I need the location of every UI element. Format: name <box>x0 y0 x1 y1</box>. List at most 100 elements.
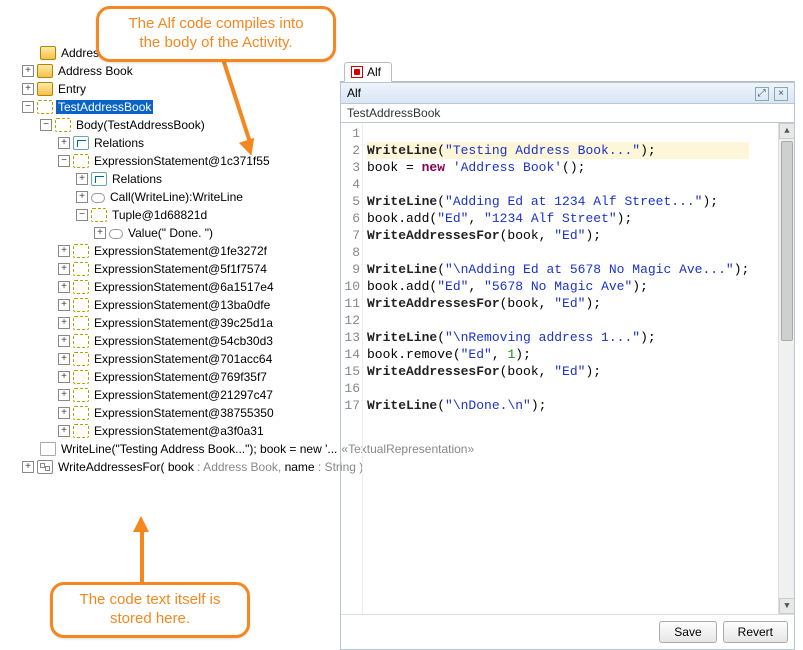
tree-label: ExpressionStatement@39c25d1a <box>92 316 275 330</box>
folder-icon <box>37 64 53 78</box>
expander-icon[interactable]: − <box>76 209 88 221</box>
tree-item-es[interactable]: +ExpressionStatement@13ba0dfe <box>0 296 340 314</box>
scroll-up-icon[interactable]: ▲ <box>779 123 794 139</box>
node-icon <box>73 244 89 258</box>
tree-label: ExpressionStatement@1fe3272f <box>92 244 269 258</box>
tree-item-call[interactable]: + Call(WriteLine):WriteLine <box>0 188 340 206</box>
callout-top: The Alf code compiles into the body of t… <box>96 6 336 62</box>
expander-icon[interactable]: + <box>58 371 70 383</box>
tree-label: ExpressionStatement@6a1517e4 <box>92 280 276 294</box>
node-icon <box>91 208 107 222</box>
document-icon <box>40 442 56 456</box>
tree-item-es[interactable]: + ExpressionStatement@1fe3272f <box>0 242 340 260</box>
call-icon <box>91 193 105 203</box>
expander-icon[interactable]: + <box>58 425 70 437</box>
folder-icon <box>40 46 56 60</box>
expander-icon[interactable]: + <box>76 173 88 185</box>
callout-bottom: The code text itself is stored here. <box>50 582 250 638</box>
code-editor[interactable]: 1 2 3 4 5 6 7 8 9 10 11 12 13 14 15 16 1 <box>340 122 795 650</box>
expander-icon[interactable]: + <box>58 335 70 347</box>
expander-icon[interactable]: + <box>58 317 70 329</box>
tree-panel: Address Book + Address Book + Entry − Te… <box>0 0 340 650</box>
node-icon <box>73 280 89 294</box>
tree-item-es[interactable]: + ExpressionStatement@39c25d1a <box>0 314 340 332</box>
tab-bar: Alf <box>340 60 795 82</box>
scroll-thumb[interactable] <box>781 141 793 341</box>
tree-label: Call(WriteLine):WriteLine <box>108 190 245 204</box>
editor-button-row: Save Revert <box>341 614 794 649</box>
expander-icon[interactable]: + <box>58 389 70 401</box>
node-icon <box>73 352 89 366</box>
model-tree[interactable]: Address Book + Address Book + Entry − Te… <box>0 44 340 476</box>
tree-item-testaddressbook[interactable]: − TestAddressBook <box>0 98 340 116</box>
expander-icon[interactable]: + <box>22 65 34 77</box>
tree-label: ExpressionStatement@769f35f7 <box>92 370 269 384</box>
vertical-scrollbar[interactable]: ▲ ▼ <box>778 123 794 614</box>
tree-item-es[interactable]: + ExpressionStatement@21297c47 <box>0 386 340 404</box>
save-button[interactable]: Save <box>659 621 716 643</box>
tree-item-es[interactable]: + ExpressionStatement@5f1f7574 <box>0 260 340 278</box>
scroll-down-icon[interactable]: ▼ <box>779 598 794 614</box>
tab-alf[interactable]: Alf <box>344 62 392 82</box>
tree-item-tuple[interactable]: − Tuple@1d68821d <box>0 206 340 224</box>
node-icon <box>73 154 89 168</box>
tree-item-es1[interactable]: − ExpressionStatement@1c371f55 <box>0 152 340 170</box>
node-icon <box>73 424 89 438</box>
panel-title-bar: Alf ⤢ × <box>340 82 795 104</box>
expander-icon[interactable]: + <box>58 137 70 149</box>
tree-item-address-book-1[interactable]: + Address Book <box>0 62 340 80</box>
expander-icon[interactable]: + <box>58 245 70 257</box>
expander-icon[interactable]: + <box>22 461 34 473</box>
tree-item-relations-2[interactable]: + Relations <box>0 170 340 188</box>
revert-button[interactable]: Revert <box>723 621 788 643</box>
node-icon <box>73 298 89 312</box>
code-text[interactable]: WriteLine("Testing Address Book..."); bo… <box>363 123 753 614</box>
line-gutter: 1 2 3 4 5 6 7 8 9 10 11 12 13 14 15 16 1 <box>341 123 363 614</box>
tree-label: ExpressionStatement@701acc64 <box>92 352 274 366</box>
callout-top-text: The Alf code compiles into the body of t… <box>128 15 303 51</box>
activity-icon <box>37 100 53 114</box>
expander-icon[interactable]: + <box>58 299 70 311</box>
expander-icon[interactable]: + <box>58 263 70 275</box>
value-icon <box>109 229 123 239</box>
tree-label: Relations <box>92 136 146 150</box>
close-icon[interactable]: × <box>774 87 788 101</box>
tree-item-es[interactable]: +ExpressionStatement@54cb30d3 <box>0 332 340 350</box>
tree-item-es[interactable]: + ExpressionStatement@6a1517e4 <box>0 278 340 296</box>
relations-icon <box>91 172 107 186</box>
expander-icon[interactable]: + <box>22 83 34 95</box>
expander-icon[interactable]: + <box>76 191 88 203</box>
tree-item-body[interactable]: − Body(TestAddressBook) <box>0 116 340 134</box>
tab-label: Alf <box>367 65 381 79</box>
relations-icon <box>73 136 89 150</box>
tree-label: Address Book <box>56 64 135 78</box>
tree-item-es[interactable]: +ExpressionStatement@38755350 <box>0 404 340 422</box>
expander-icon[interactable]: + <box>58 353 70 365</box>
tree-item-relations[interactable]: + Relations <box>0 134 340 152</box>
tree-item-value[interactable]: + Value(" Done. ") <box>0 224 340 242</box>
node-icon <box>73 370 89 384</box>
node-icon <box>73 262 89 276</box>
tree-item-es[interactable]: + ExpressionStatement@769f35f7 <box>0 368 340 386</box>
tree-item-es[interactable]: + ExpressionStatement@701acc64 <box>0 350 340 368</box>
editor-subtitle: TestAddressBook <box>340 104 795 122</box>
tree-label: Relations <box>110 172 164 186</box>
tree-label: ExpressionStatement@5f1f7574 <box>92 262 269 276</box>
expander-icon[interactable]: + <box>58 407 70 419</box>
tree-label: Body(TestAddressBook) <box>74 118 207 132</box>
expander-icon[interactable]: + <box>58 281 70 293</box>
node-icon <box>73 316 89 330</box>
tree-item-es[interactable]: +ExpressionStatement@a3f0a31 <box>0 422 340 440</box>
expander-icon[interactable]: − <box>40 119 52 131</box>
folder-icon <box>37 82 53 96</box>
expander-icon[interactable]: − <box>22 101 34 113</box>
activity-icon <box>37 460 53 474</box>
editor-panel: Alf Alf ⤢ × TestAddressBook 1 2 3 4 5 6 … <box>340 0 803 650</box>
tree-label: ExpressionStatement@21297c47 <box>92 388 275 402</box>
expand-icon[interactable]: ⤢ <box>755 87 769 101</box>
expander-icon[interactable]: + <box>94 227 106 239</box>
node-icon <box>55 118 71 132</box>
tree-label: WriteLine("Testing Address Book..."); bo… <box>59 442 339 456</box>
expander-icon[interactable]: − <box>58 155 70 167</box>
tree-item-entry[interactable]: + Entry <box>0 80 340 98</box>
